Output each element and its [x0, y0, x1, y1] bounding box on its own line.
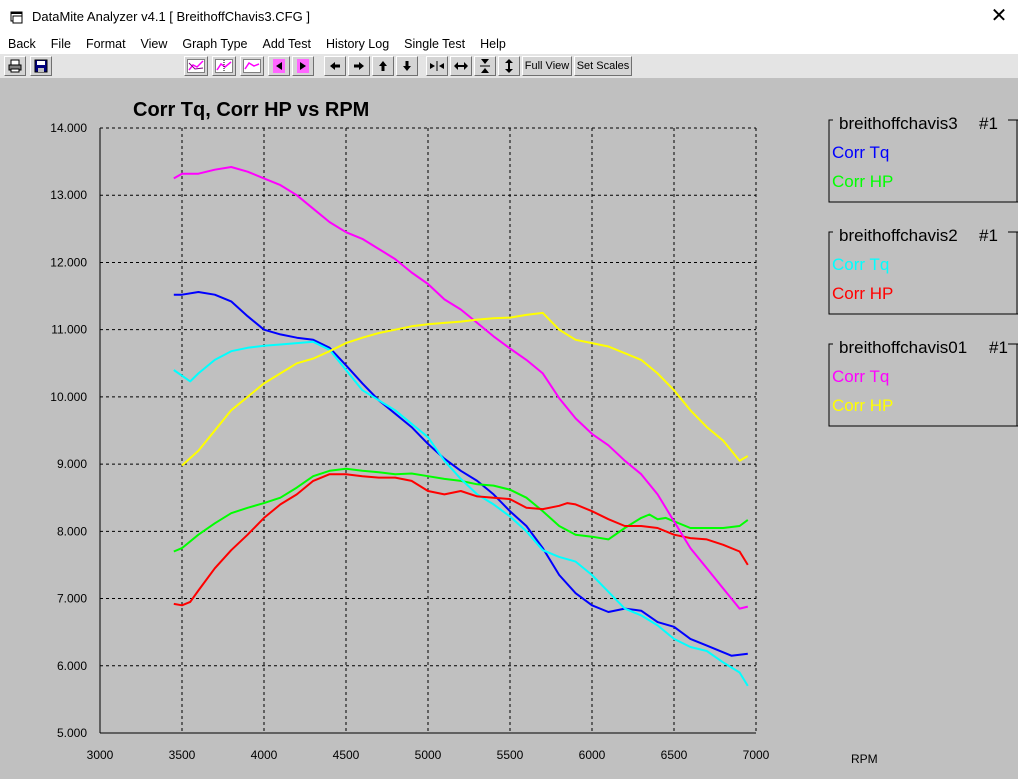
x-tick-label: 5500 [497, 748, 524, 762]
graph-type-3-button[interactable] [240, 56, 264, 76]
graph-type-1-button[interactable] [184, 56, 208, 76]
menu-back[interactable]: Back [0, 37, 43, 51]
legend-test-name: breithoffchavis01 [839, 338, 967, 357]
legend-run-number: #1 [979, 114, 998, 133]
menu-add-test[interactable]: Add Test [255, 37, 318, 51]
window-title: DataMite Analyzer v4.1 [ BreithoffChavis… [32, 9, 310, 24]
zoom-out-horizontal-button[interactable] [450, 56, 472, 76]
set-scales-button[interactable]: Set Scales [574, 56, 632, 76]
y-tick-label: 8.000 [57, 524, 87, 538]
arrow-up-icon [379, 61, 387, 71]
step-left-icon [273, 59, 285, 73]
x-axis-label: RPM [851, 752, 878, 766]
y-tick-label: 5.000 [57, 726, 87, 740]
pan-left-button[interactable] [324, 56, 346, 76]
chart-title: Corr Tq, Corr HP vs RPM [133, 99, 369, 121]
menu-view[interactable]: View [133, 37, 175, 51]
y-tick-label: 6.000 [57, 659, 87, 673]
graph-type-3-icon [243, 59, 261, 73]
legend-entry: Corr HP [832, 284, 893, 303]
x-tick-label: 7000 [743, 748, 770, 762]
legend-test-name: breithoffchavis2 [839, 226, 958, 245]
zoom-in-horizontal-icon [430, 61, 444, 71]
menu-single-test[interactable]: Single Test [396, 37, 472, 51]
zoom-in-vertical-icon [480, 59, 490, 73]
legend-entry: Corr Tq [832, 255, 889, 274]
y-tick-label: 10.000 [50, 390, 87, 404]
graph-type-1-icon [187, 59, 205, 73]
step-right-icon [297, 59, 309, 73]
x-tick-label: 5000 [415, 748, 442, 762]
y-tick-label: 11.000 [51, 323, 87, 337]
y-tick-label: 7.000 [57, 592, 87, 606]
step-left-button[interactable] [268, 56, 290, 76]
legend-entry: Corr Tq [832, 143, 889, 162]
y-tick-label: 14.000 [50, 121, 87, 135]
zoom-in-vertical-button[interactable] [474, 56, 496, 76]
zoom-in-horizontal-button[interactable] [426, 56, 448, 76]
chart: 3000 3500 4000 4500 5000 5500 6000 6500 7000 5.00… [50, 99, 1018, 766]
x-tick-label: 6500 [661, 748, 688, 762]
full-view-button[interactable]: Full View [522, 56, 572, 76]
app-icon [10, 11, 23, 23]
legend-run-number: #1 [989, 338, 1008, 357]
save-icon [34, 59, 48, 73]
menu-file[interactable]: File [43, 37, 78, 51]
print-icon [8, 59, 22, 73]
title-bar: DataMite Analyzer v4.1 [ BreithoffChavis… [0, 0, 1018, 33]
close-button[interactable]: ✕ [988, 6, 1010, 28]
save-button[interactable] [30, 56, 52, 76]
x-tick-label: 6000 [579, 748, 606, 762]
menu-bar: Back File Format View Graph Type Add Tes… [0, 33, 1018, 54]
pan-down-button[interactable] [396, 56, 418, 76]
legend-entry: Corr HP [832, 396, 893, 415]
series-line-4 [173, 473, 749, 607]
pan-up-button[interactable] [372, 56, 394, 76]
arrow-down-icon [403, 61, 411, 71]
x-tick-label: 3000 [87, 748, 114, 762]
menu-graph-type[interactable]: Graph Type [174, 37, 254, 51]
graph-type-2-icon [215, 59, 233, 73]
menu-help[interactable]: Help [472, 37, 513, 51]
arrow-right-icon [354, 62, 364, 70]
y-tick-label: 12.000 [50, 255, 87, 269]
menu-history-log[interactable]: History Log [318, 37, 396, 51]
toolbar: Full View Set Scales [0, 54, 1018, 79]
zoom-out-horizontal-icon [454, 62, 468, 70]
legend-entry: Corr Tq [832, 367, 889, 386]
step-right-button[interactable] [292, 56, 314, 76]
print-button[interactable] [4, 56, 26, 76]
x-tick-label: 4500 [333, 748, 360, 762]
pan-right-button[interactable] [348, 56, 370, 76]
zoom-out-vertical-button[interactable] [498, 56, 520, 76]
y-tick-label: 13.000 [50, 188, 87, 202]
graph-type-2-button[interactable] [212, 56, 236, 76]
zoom-out-vertical-icon [505, 59, 513, 73]
menu-format[interactable]: Format [78, 37, 133, 51]
legend-entry: Corr HP [832, 172, 893, 191]
series-line-2 [173, 467, 749, 553]
arrow-left-icon [330, 62, 340, 70]
plot-area: 3000 3500 4000 4500 5000 5500 6000 6500 7000 5.00… [0, 78, 1018, 779]
legend-run-number: #1 [979, 226, 998, 245]
x-tick-label: 4000 [251, 748, 278, 762]
y-tick-label: 9.000 [57, 457, 87, 471]
legend-test-name: breithoffchavis3 [839, 114, 958, 133]
series-line-3 [173, 340, 749, 687]
series-line-6 [181, 311, 749, 467]
x-tick-label: 3500 [169, 748, 196, 762]
